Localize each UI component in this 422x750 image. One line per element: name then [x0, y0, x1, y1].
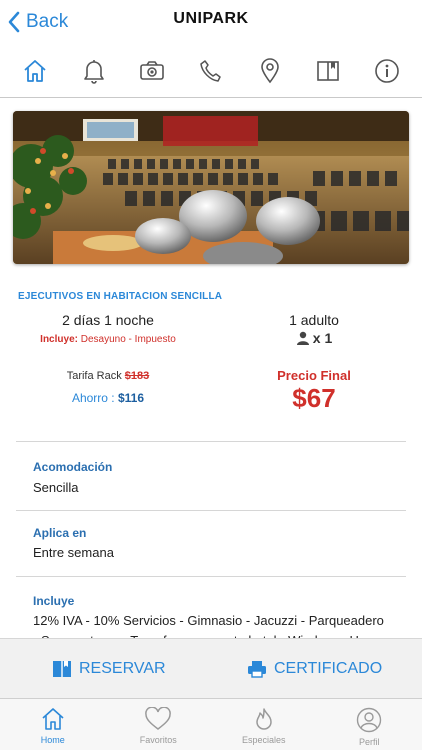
certificate-label: CERTIFICADO — [274, 660, 383, 677]
includes-value: Desayuno - Impuesto — [80, 334, 176, 345]
tab-home[interactable]: Home — [0, 699, 106, 750]
tab-profile[interactable]: Perfil — [317, 699, 422, 750]
includes-label: Incluye: — [40, 334, 78, 345]
screen: Back UNIPARK EJECUTIVOS EN HABITACION SE… — [0, 0, 422, 750]
offer-includes: Incluye: Desayuno - Impuesto — [18, 334, 198, 345]
accommodation-value: Sencilla — [33, 480, 79, 495]
stay-duration: 2 días 1 noche — [62, 312, 154, 328]
heart-icon — [145, 707, 172, 730]
savings: Ahorro : $116 — [18, 391, 198, 405]
icon-toolbar — [0, 44, 422, 98]
guests-indicator: x 1 — [214, 330, 414, 346]
book-icon — [53, 661, 71, 677]
location-pin-icon — [260, 57, 279, 83]
tab-specials-label: Especiales — [241, 735, 286, 745]
rack-label: Tarifa Rack — [66, 370, 122, 382]
tab-profile-label: Perfil — [358, 737, 380, 747]
tab-favorites-label: Favoritos — [139, 735, 177, 745]
bell-icon — [84, 59, 104, 84]
guests-count: x 1 — [312, 330, 333, 346]
accommodation-label: Acomodación — [33, 460, 113, 474]
page-title: UNIPARK — [173, 10, 249, 27]
toolbar-info-button[interactable] — [367, 51, 407, 91]
toolbar-home-button[interactable] — [15, 51, 55, 91]
toolbar-call-button[interactable] — [191, 51, 231, 91]
home-icon — [42, 708, 64, 730]
phone-icon — [200, 59, 221, 82]
divider — [16, 576, 406, 577]
book-icon — [317, 60, 339, 81]
final-price-label: Precio Final — [277, 368, 351, 383]
tab-favorites[interactable]: Favoritos — [106, 699, 212, 750]
applies-value: Entre semana — [33, 545, 114, 560]
includes-line-1: 12% IVA - 10% Servicios - Gimnasio - Jac… — [33, 613, 384, 628]
tab-specials[interactable]: Especiales — [211, 699, 317, 750]
toolbar-gallery-button[interactable] — [132, 51, 172, 91]
camera-icon — [140, 60, 165, 80]
final-price: $67 — [292, 383, 336, 413]
adults-count: 1 adulto — [289, 312, 339, 328]
flame-icon — [256, 708, 272, 730]
offer-title: EJECUTIVOS EN HABITACION SENCILLA — [18, 291, 223, 302]
toolbar-terms-button[interactable] — [308, 51, 348, 91]
savings-label: Ahorro : — [71, 391, 115, 405]
home-icon — [24, 59, 46, 82]
toolbar-location-button[interactable] — [250, 51, 290, 91]
divider — [16, 510, 406, 511]
navigation-bar: Back UNIPARK — [0, 0, 422, 44]
user-icon — [357, 707, 382, 733]
divider — [16, 441, 406, 442]
reserve-button[interactable]: RESERVAR — [52, 639, 166, 699]
tab-bar: Home Favoritos Especiales Perfil — [0, 698, 422, 750]
certificate-button[interactable]: CERTIFICADO — [247, 639, 382, 699]
person-icon — [296, 331, 309, 345]
hotel-photo — [13, 111, 409, 264]
printer-icon — [248, 661, 266, 678]
rack-price: $183 — [124, 370, 150, 382]
rack-rate: Tarifa Rack $183 — [18, 370, 198, 382]
info-icon — [374, 58, 399, 83]
includes-section-label: Incluye — [33, 594, 75, 608]
toolbar-notifications-button[interactable] — [74, 51, 114, 91]
reserve-label: RESERVAR — [79, 660, 166, 677]
tab-home-label: Home — [40, 735, 65, 745]
savings-value: $116 — [117, 391, 145, 405]
applies-label: Aplica en — [33, 526, 87, 540]
action-bar: RESERVAR CERTIFICADO — [0, 638, 422, 698]
